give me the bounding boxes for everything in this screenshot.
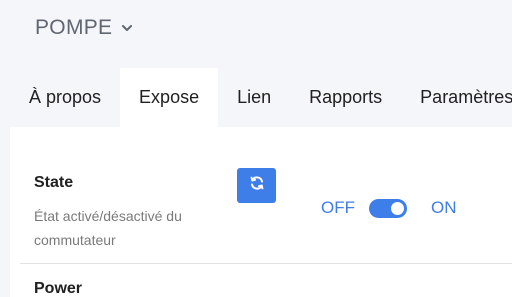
tab-reporting[interactable]: Rapports bbox=[290, 68, 401, 127]
tab-bind[interactable]: Lien bbox=[218, 68, 290, 127]
state-toggle-switch[interactable] bbox=[369, 198, 407, 218]
property-name: Power bbox=[34, 280, 83, 297]
refresh-icon bbox=[249, 175, 265, 196]
tab-bar: À propos Expose Lien Rapports Paramètres bbox=[10, 68, 512, 127]
tab-label: Rapports bbox=[309, 87, 383, 107]
toggle-on-label[interactable]: ON bbox=[431, 198, 457, 218]
device-selector[interactable]: POMPE bbox=[35, 16, 134, 40]
toggle-off-label[interactable]: OFF bbox=[321, 198, 355, 218]
refresh-button[interactable] bbox=[237, 168, 276, 203]
divider bbox=[20, 263, 512, 264]
chevron-down-icon bbox=[120, 21, 134, 35]
toggle-knob bbox=[391, 201, 404, 215]
property-description: État activé/désactivé du commutateur bbox=[34, 208, 182, 248]
tab-label: Paramètres bbox=[420, 87, 512, 107]
exposes-panel: State État activé/désactivé du commutate… bbox=[10, 127, 512, 297]
tab-settings[interactable]: Paramètres bbox=[401, 68, 512, 127]
tab-about[interactable]: À propos bbox=[10, 68, 120, 127]
property-name: State bbox=[34, 174, 74, 191]
tab-exposes[interactable]: Expose bbox=[120, 68, 219, 127]
tab-label: Expose bbox=[139, 87, 200, 107]
expose-row-state: State État activé/désactivé du commutate… bbox=[10, 127, 512, 264]
device-title: POMPE bbox=[35, 16, 113, 39]
tab-label: À propos bbox=[29, 87, 102, 107]
tab-label: Lien bbox=[237, 87, 272, 107]
state-toggle-group: OFF ON bbox=[321, 198, 457, 218]
